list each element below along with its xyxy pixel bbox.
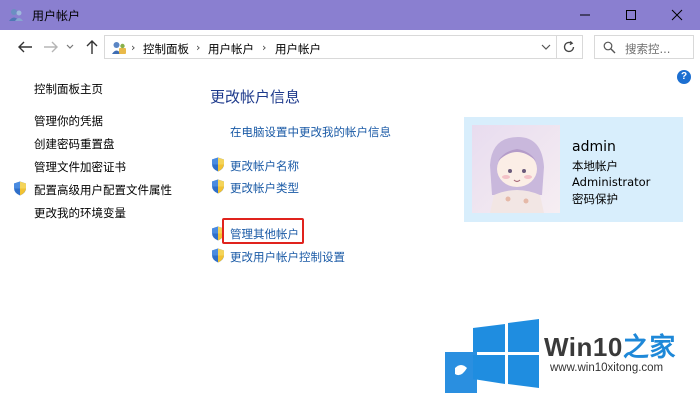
maximize-icon [626,10,636,20]
minimize-button[interactable] [562,0,608,30]
password-protection-label: 密码保护 [572,192,618,206]
uac-shield-icon [14,181,26,196]
account-role-label: Administrator [572,175,651,189]
search-icon [603,41,616,54]
watermark-brand-text: Win10 [544,332,623,362]
search-placeholder: 搜索控... [625,42,671,56]
watermark-brand: Win10之家 [544,327,676,364]
user-card: admin 本地帐户 Administrator 密码保护 [464,117,683,222]
change-account-name-link[interactable]: 更改帐户名称 [230,158,299,174]
search-box[interactable]: 搜索控... [594,35,694,59]
user-name: admin [572,139,616,155]
control-panel-home-link[interactable]: 控制面板主页 [34,81,103,97]
breadcrumb-separator-icon[interactable]: › [262,41,266,54]
avatar [472,125,560,213]
uac-shield-icon [212,179,224,194]
title-bar: 用户帐户 [0,0,700,30]
help-icon[interactable]: ? [677,70,691,84]
breadcrumb-item[interactable]: 用户帐户 [275,41,321,57]
refresh-icon[interactable] [562,40,576,54]
uac-shield-icon [212,248,224,263]
change-account-in-pc-settings-link[interactable]: 在电脑设置中更改我的帐户信息 [230,124,391,140]
sidebar-item-manage-credentials[interactable]: 管理你的凭据 [34,113,103,129]
sidebar-item-environment-variables[interactable]: 更改我的环境变量 [34,205,126,221]
uac-shield-icon [212,157,224,172]
close-button[interactable] [654,0,700,30]
control-panel-icon [112,42,126,54]
account-type-label: 本地帐户 [572,159,618,173]
forward-arrow-icon[interactable] [42,39,60,55]
watermark-brand-suffix: 之家 [622,332,676,362]
address-divider [556,36,557,58]
change-account-type-link[interactable]: 更改帐户类型 [230,180,299,196]
uac-settings-link[interactable]: 更改用户帐户控制设置 [230,249,345,265]
page-title: 更改帐户信息 [210,88,301,106]
sidebar-item-file-encryption-certificates[interactable]: 管理文件加密证书 [34,159,126,175]
breadcrumb-item[interactable]: 控制面板 [143,41,189,57]
minimize-icon [580,14,590,16]
address-bar[interactable]: › 控制面板 › 用户帐户 › 用户帐户 [104,35,583,59]
maximize-button[interactable] [608,0,654,30]
breadcrumb-separator-icon[interactable]: › [196,41,200,54]
up-arrow-icon[interactable] [84,39,100,55]
sidebar-item-password-reset-disk[interactable]: 创建密码重置盘 [34,136,115,152]
window-title: 用户帐户 [32,9,81,23]
back-arrow-icon[interactable] [16,39,34,55]
breadcrumb-item[interactable]: 用户帐户 [208,41,254,57]
watermark-url: www.win10xitong.com [550,362,664,374]
user-accounts-icon [9,9,23,21]
breadcrumb-separator-icon: › [131,41,136,54]
sidebar-item-advanced-profile-properties[interactable]: 配置高级用户配置文件属性 [34,182,172,198]
address-dropdown-icon[interactable] [541,42,551,52]
recent-chevron-icon[interactable] [65,39,75,55]
manage-other-accounts-link[interactable]: 管理其他帐户 [230,226,299,242]
navigation-bar: › 控制面板 › 用户帐户 › 用户帐户 搜索控... [0,30,700,64]
close-icon [671,9,683,21]
